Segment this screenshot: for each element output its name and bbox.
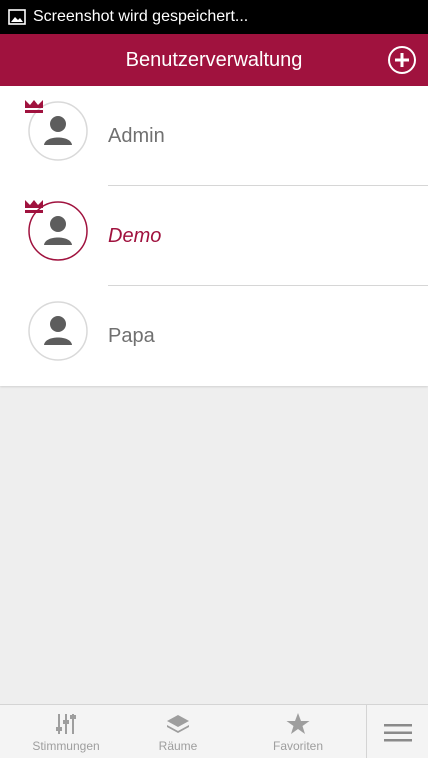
add-user-button[interactable] (386, 44, 418, 76)
tab-raeume[interactable]: Räume (132, 705, 224, 758)
user-row-papa[interactable]: Papa (0, 286, 428, 386)
user-name: Admin (108, 125, 165, 147)
user-list: Admin Demo Papa (0, 86, 428, 386)
user-row-demo[interactable]: Demo (0, 186, 428, 286)
tab-stimmungen[interactable]: Stimmungen (20, 705, 112, 758)
user-row-admin[interactable]: Admin (0, 86, 428, 186)
user-name: Papa (108, 325, 155, 347)
tab-favoriten[interactable]: Favoriten (252, 705, 344, 758)
layers-icon (167, 715, 189, 733)
hamburger-menu-icon (384, 724, 412, 742)
plus-circle-icon (388, 46, 416, 74)
page-title: Benutzerverwaltung (125, 49, 303, 71)
bottom-tab-bar: Stimmungen Räume Favoriten (0, 704, 428, 758)
crown-icon (25, 100, 43, 113)
status-bar: Screenshot wird gespeichert... (0, 0, 428, 34)
tab-label: Favoriten (272, 739, 324, 753)
status-text: Screenshot wird gespeichert... (33, 8, 249, 25)
tab-label: Räume (158, 739, 198, 753)
menu-button[interactable] (366, 705, 428, 758)
user-name: Demo (108, 225, 162, 247)
user-avatar-icon (28, 301, 88, 361)
tab-label: Stimmungen (32, 739, 100, 753)
sliders-icon (56, 714, 76, 734)
image-icon (8, 9, 26, 25)
avatar (27, 300, 89, 362)
app-bar: Benutzerverwaltung (0, 34, 428, 86)
crown-icon (25, 200, 43, 213)
star-icon (286, 713, 310, 734)
